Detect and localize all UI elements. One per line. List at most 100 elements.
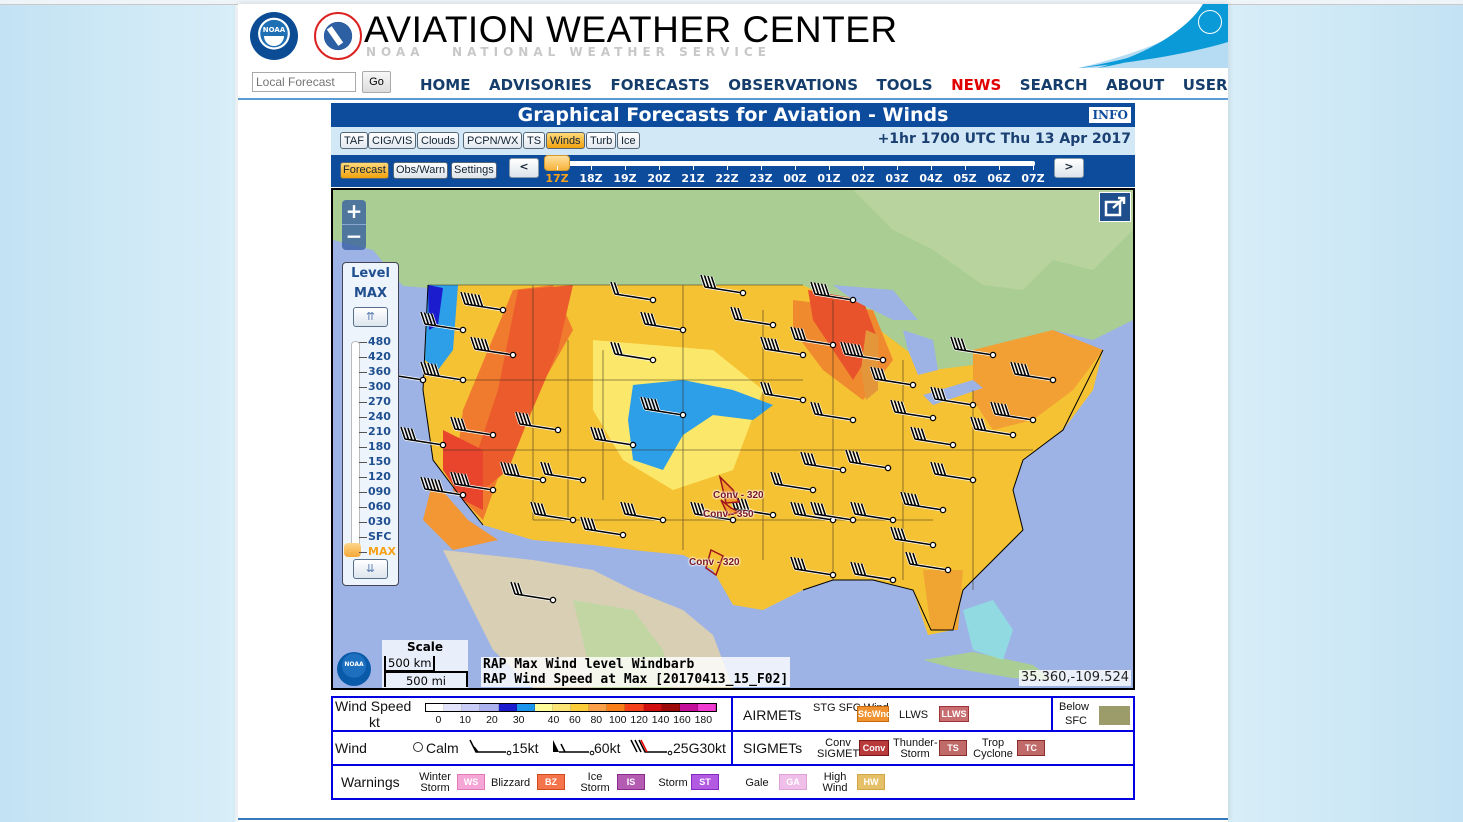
- map-viewport[interactable]: Conv - 320 Conv - 350 Conv - 320 + − Lev…: [331, 188, 1135, 690]
- warnings-label: Warnings: [341, 774, 400, 790]
- go-button[interactable]: Go: [362, 71, 391, 93]
- level-option-max[interactable]: MAX: [359, 545, 399, 558]
- time-tick-00z[interactable]: 00Z: [783, 172, 806, 185]
- nws-logo-icon[interactable]: [314, 12, 362, 60]
- prev-time-button[interactable]: <: [509, 158, 539, 178]
- main-nav: Go HOME ADVISORIES FORECASTS OBSERVATION…: [238, 68, 1228, 100]
- mode-obswarn-button[interactable]: Obs/Warn: [393, 162, 449, 179]
- nav-user[interactable]: USER: [1183, 76, 1228, 94]
- zoom-in-button[interactable]: +: [342, 200, 366, 225]
- zoom-out-button[interactable]: −: [342, 225, 366, 249]
- time-tick-01z[interactable]: 01Z: [817, 172, 840, 185]
- level-option-240[interactable]: 240: [359, 410, 399, 423]
- time-slider-track[interactable]: [545, 161, 1035, 166]
- product-clouds-button[interactable]: Clouds: [417, 132, 460, 149]
- level-option-090[interactable]: 090: [359, 485, 399, 498]
- nav-observations[interactable]: OBSERVATIONS: [728, 76, 858, 94]
- level-option-030[interactable]: 030: [359, 515, 399, 528]
- time-tick-mark: [625, 166, 626, 170]
- product-ice-button[interactable]: Ice: [617, 132, 640, 149]
- time-tick-mark: [761, 166, 762, 170]
- time-tick-19z[interactable]: 19Z: [613, 172, 636, 185]
- time-tick-21z[interactable]: 21Z: [681, 172, 704, 185]
- info-button[interactable]: INFO: [1089, 107, 1131, 123]
- legend-row-warnings: Warnings Winter Storm WS Blizzard BZ Ice Sto…: [331, 766, 1135, 800]
- time-tick-06z[interactable]: 06Z: [987, 172, 1010, 185]
- noaa-logo-icon[interactable]: NOAA: [250, 12, 298, 60]
- level-option-150[interactable]: 150: [359, 455, 399, 468]
- time-tick-04z[interactable]: 04Z: [919, 172, 942, 185]
- level-option-360[interactable]: 360: [359, 365, 399, 378]
- colorbar-swatch: [661, 704, 680, 711]
- airmet-llws-name: LLWS: [899, 709, 929, 721]
- time-tick-mark: [693, 166, 694, 170]
- fullscreen-icon[interactable]: [1099, 192, 1131, 222]
- product-winds-button[interactable]: Winds: [546, 132, 585, 149]
- product-ts-button[interactable]: TS: [523, 132, 546, 149]
- time-tick-23z[interactable]: 23Z: [749, 172, 772, 185]
- product-pcpnwx-button[interactable]: PCPN/WX: [463, 132, 523, 149]
- wind-15kt-label: 15kt: [512, 740, 539, 756]
- time-tick-18z[interactable]: 18Z: [579, 172, 602, 185]
- level-option-180[interactable]: 180: [359, 440, 399, 453]
- product-taf-button[interactable]: TAF: [340, 132, 368, 149]
- level-option-270[interactable]: 270: [359, 395, 399, 408]
- level-title: Level: [351, 266, 390, 281]
- nav-news[interactable]: NEWS: [951, 76, 1001, 94]
- level-down-button[interactable]: ⇊: [353, 559, 388, 579]
- time-tick-mark: [1033, 166, 1034, 170]
- time-tick-03z[interactable]: 03Z: [885, 172, 908, 185]
- next-time-button[interactable]: >: [1054, 158, 1084, 178]
- level-up-button[interactable]: ⇈: [353, 307, 388, 327]
- legend-airmets-cell: AIRMETs STG SFC Wind SfcWnd LLWS LLWS: [733, 698, 1053, 730]
- mode-settings-button[interactable]: Settings: [451, 162, 497, 179]
- level-option-060[interactable]: 060: [359, 500, 399, 513]
- commerce-seal-icon[interactable]: [1198, 10, 1222, 34]
- mode-forecast-button[interactable]: Forecast: [340, 162, 389, 179]
- colorbar-swatch: [679, 704, 698, 711]
- time-tick-mark: [897, 166, 898, 170]
- level-option-300[interactable]: 300: [359, 380, 399, 393]
- time-tick-20z[interactable]: 20Z: [647, 172, 670, 185]
- conv-sigmet-label[interactable]: Conv - 320: [689, 557, 740, 568]
- scale-mi: 500 mi: [384, 671, 468, 688]
- colorbar-swatch: [498, 704, 517, 711]
- page-bottom-border: [238, 818, 1228, 820]
- windspeed-label: Wind Speed: [335, 698, 412, 714]
- time-tick-07z[interactable]: 07Z: [1021, 172, 1044, 185]
- colorbar-tick-label: 160: [673, 714, 691, 726]
- conv-sigmet-label[interactable]: Conv - 320: [713, 490, 764, 501]
- conv-sigmet-label[interactable]: Conv - 350: [703, 509, 754, 520]
- level-option-480[interactable]: 480: [359, 335, 399, 348]
- time-tick-05z[interactable]: 05Z: [953, 172, 976, 185]
- warning-name: Ice Storm: [580, 771, 610, 794]
- nav-tools[interactable]: TOOLS: [877, 76, 933, 94]
- product-bar: TAF CIG/VIS Clouds PCPN/WX TS Winds Turb…: [331, 127, 1135, 155]
- colorbar-tick-label: 100: [608, 714, 627, 726]
- level-option-420[interactable]: 420: [359, 350, 399, 363]
- tool-title: Graphical Forecasts for Aviation - Winds: [517, 104, 949, 126]
- nav-advisories[interactable]: ADVISORIES: [489, 76, 592, 94]
- nav-forecasts[interactable]: FORECASTS: [610, 76, 709, 94]
- nav-about[interactable]: ABOUT: [1106, 76, 1164, 94]
- time-tick-17z[interactable]: 17Z: [545, 172, 568, 185]
- legend-row-wind: Wind Calm 15kt 60kt 25G30kt SIGMETs Conv…: [331, 732, 1135, 766]
- colorbar-swatch: [589, 704, 608, 711]
- cursor-coordinates: 35.360,-109.524: [1018, 670, 1131, 686]
- time-tick-22z[interactable]: 22Z: [715, 172, 738, 185]
- level-current: MAX: [353, 286, 388, 301]
- product-turb-button[interactable]: Turb: [586, 132, 617, 149]
- level-option-210[interactable]: 210: [359, 425, 399, 438]
- wind-calm-label: Calm: [426, 740, 459, 756]
- level-option-sfc[interactable]: SFC: [359, 530, 399, 543]
- warning-name: High Wind: [822, 771, 848, 794]
- sigmet-ts-name: Thunder-Storm: [893, 737, 938, 760]
- nav-home[interactable]: HOME: [420, 76, 470, 94]
- nav-search[interactable]: SEARCH: [1020, 76, 1088, 94]
- product-cigvis-button[interactable]: CIG/VIS: [368, 132, 417, 149]
- local-forecast-input[interactable]: [252, 72, 356, 92]
- colorbar-tick-label: 10: [459, 714, 471, 726]
- sigmets-label: SIGMETs: [743, 740, 803, 756]
- time-tick-02z[interactable]: 02Z: [851, 172, 874, 185]
- level-option-120[interactable]: 120: [359, 470, 399, 483]
